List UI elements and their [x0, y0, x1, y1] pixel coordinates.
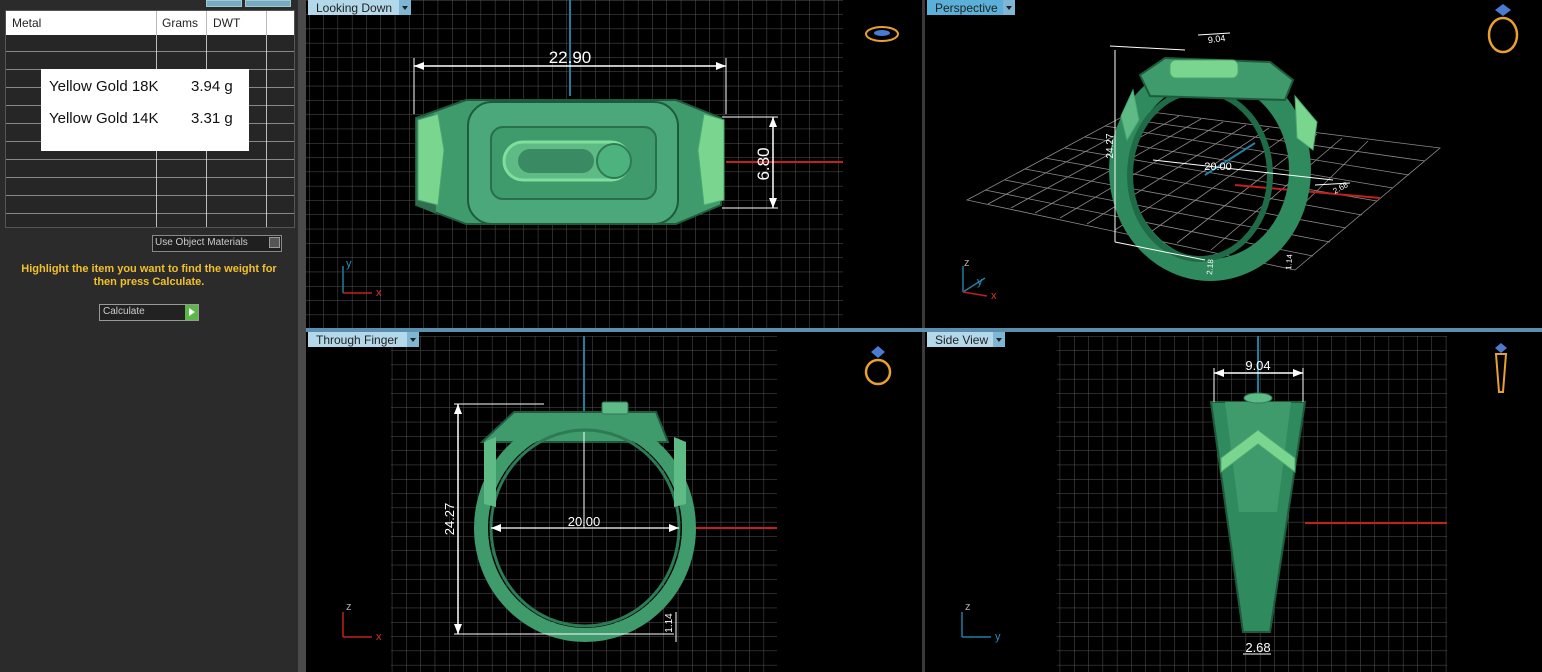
checkbox-box[interactable]	[269, 237, 280, 248]
metal-name: Yellow Gold 14K	[49, 110, 159, 127]
use-object-materials-label: Use Object Materials	[155, 237, 248, 248]
table-header: Metal Grams DWT	[6, 11, 294, 35]
tab-label: Side View	[935, 333, 989, 347]
dimension-height-label: 6.80	[754, 147, 773, 180]
ring-bezel	[601, 401, 629, 415]
col-metal[interactable]: Metal	[12, 16, 41, 30]
tab-label: Looking Down	[316, 1, 393, 15]
viewport-through-finger[interactable]: 24.27 20.00 1.14 z x Through Finger	[306, 332, 922, 672]
ring-inner	[1127, 88, 1273, 262]
units-dropdown[interactable]	[206, 0, 242, 7]
row-divider	[6, 51, 294, 52]
ring-top-icon[interactable]	[865, 26, 899, 42]
dimension-bottom-a-label: 2.18	[1205, 258, 1215, 275]
viewport-canvas[interactable]: 9.04 2.68 z y	[925, 332, 1542, 672]
metal-grams: 3.94 g	[191, 78, 233, 95]
precision-dropdown[interactable]	[245, 0, 291, 7]
dimension-bottom-label: 1.14	[664, 613, 675, 633]
left-panel: Metal Grams DWT Yellow Gold 18K 3.94 g Y…	[0, 0, 298, 672]
dimension-width-label: 22.90	[549, 48, 592, 67]
dimension-top-label: 9.04	[1207, 33, 1226, 45]
chevron-down-icon[interactable]	[399, 0, 411, 15]
row-divider	[6, 177, 294, 178]
perspective-grid	[965, 109, 1441, 271]
gizmo-x	[962, 291, 988, 297]
ring-bezel	[1169, 59, 1239, 79]
dimension-bottom-label: 2.68	[1245, 640, 1270, 655]
ring-side-ornament-right	[674, 437, 686, 507]
viewport-horizontal-splitter[interactable]	[306, 328, 1542, 332]
gizmo-x-label: x	[376, 631, 382, 643]
row-divider	[6, 195, 294, 196]
metal-name: Yellow Gold 18K	[49, 78, 159, 95]
col-grams[interactable]: Grams	[162, 16, 198, 30]
chevron-down-icon[interactable]	[1003, 0, 1015, 15]
instructions-text: Highlight the item you want to find the …	[21, 263, 277, 288]
gizmo-y-label: y	[977, 276, 983, 288]
dimension-top-label: 9.04	[1245, 358, 1270, 373]
tab-label: Perspective	[935, 1, 998, 15]
ring-perspective-icon[interactable]	[1487, 4, 1519, 54]
gizmo-x-label: x	[376, 287, 382, 299]
panel-divider[interactable]	[298, 0, 306, 672]
play-icon	[185, 305, 198, 320]
dimension-bottom-b-label: 1.14	[1284, 253, 1294, 270]
ring-bezel	[1243, 392, 1273, 404]
dimension-inner-label: 20.00	[1204, 161, 1232, 173]
use-object-materials-checkbox[interactable]: Use Object Materials	[152, 235, 282, 252]
calculate-label: Calculate	[103, 306, 145, 317]
gizmo-y-label: y	[346, 258, 352, 270]
ring-side-icon[interactable]	[1494, 343, 1508, 393]
tab-perspective[interactable]: Perspective	[927, 0, 1015, 15]
chevron-down-icon[interactable]	[993, 332, 1005, 347]
ring-side-ornament-left	[484, 437, 496, 507]
gizmo-z-label: z	[346, 601, 352, 613]
tab-side-view[interactable]: Side View	[927, 332, 1005, 347]
viewport-canvas[interactable]: 24.27 9.04 20.00 2.68 2.18 1.14 z y x	[925, 0, 1542, 328]
tab-label: Through Finger	[316, 333, 399, 347]
weights-popup: Yellow Gold 18K 3.94 g Yellow Gold 14K 3…	[41, 69, 249, 151]
dimension-height-label: 24.27	[442, 503, 457, 536]
viewport-canvas[interactable]: 24.27 20.00 1.14 z x	[306, 332, 922, 672]
dimension-extension	[1109, 45, 1186, 51]
dimension-inner-label: 20.00	[568, 514, 601, 529]
gizmo-y-label: y	[995, 631, 1001, 643]
chevron-down-icon[interactable]	[407, 332, 419, 347]
col-dwt[interactable]: DWT	[213, 16, 240, 30]
row-divider	[6, 159, 294, 160]
viewport-side-view[interactable]: 9.04 2.68 z y Side View	[925, 332, 1542, 672]
tab-looking-down[interactable]: Looking Down	[308, 0, 411, 15]
viewport-canvas[interactable]: 22.90 6.80 y x	[306, 0, 922, 328]
tab-through-finger[interactable]: Through Finger	[308, 332, 419, 347]
dimension-side-label: 2.68	[1332, 180, 1350, 196]
viewport-looking-down[interactable]: 22.90 6.80 y x Looking Down	[306, 0, 922, 328]
table-row[interactable]: Yellow Gold 18K 3.94 g	[49, 78, 244, 98]
gizmo-x-label: x	[991, 290, 997, 302]
viewport-vertical-splitter[interactable]	[922, 0, 925, 672]
gizmo-z-label: z	[964, 257, 970, 269]
viewport-perspective[interactable]: 24.27 9.04 20.00 2.68 2.18 1.14 z y x Pe…	[925, 0, 1542, 328]
gizmo-z-label: z	[965, 601, 971, 613]
ring-front-icon[interactable]	[864, 346, 892, 386]
ring-stone	[596, 143, 632, 179]
row-divider	[6, 213, 294, 214]
dimension-height-label: 24.27	[1105, 133, 1116, 158]
ring-slot	[518, 149, 594, 173]
calculate-button[interactable]: Calculate	[99, 304, 199, 321]
metal-grams: 3.31 g	[191, 110, 233, 127]
table-row[interactable]: Yellow Gold 14K 3.31 g	[49, 110, 244, 130]
